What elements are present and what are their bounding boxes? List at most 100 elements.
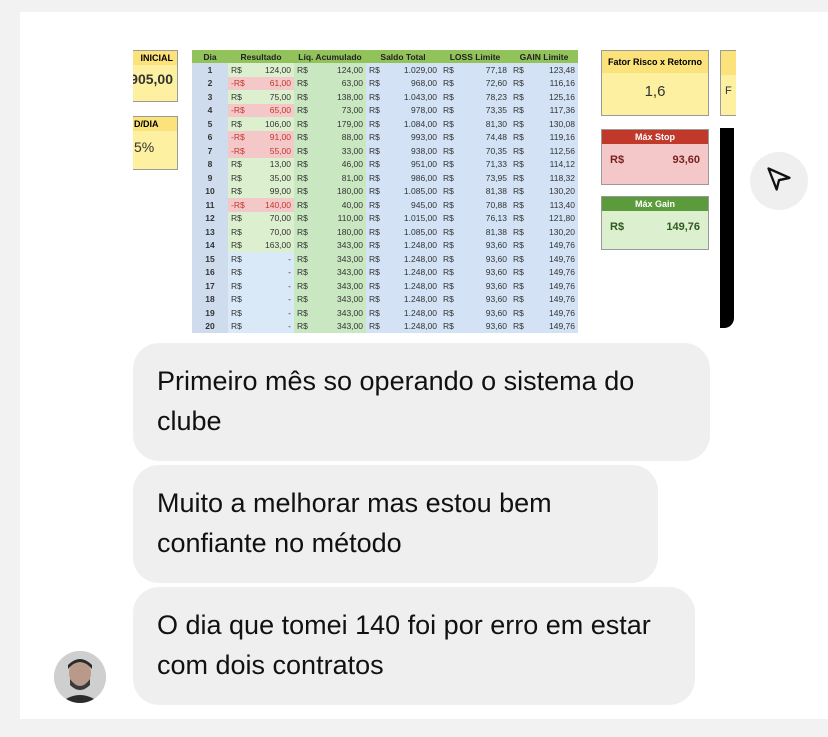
cell-saldo-total-value: 1.248,00	[403, 253, 437, 264]
cell-liq-acumulado: R$ 343,00	[294, 265, 366, 279]
cell-loss-limite-value: 78,23	[485, 91, 507, 102]
cell-loss-limite: R$ 73,95	[440, 171, 510, 185]
cell-loss-limite: R$ 93,60	[440, 279, 510, 293]
cell-resultado: R$ 70,00	[228, 225, 294, 239]
cell-liq-acumulado-value: 124,00	[337, 64, 363, 75]
cell-liq-acumulado-value: 81,00	[341, 172, 363, 183]
message-bubble[interactable]: O dia que tomei 140 foi por erro em esta…	[133, 587, 695, 705]
cell-resultado: -R$ 140,00	[228, 198, 294, 212]
frame-bottom	[0, 719, 828, 737]
card-partial-letter: F	[725, 85, 732, 97]
cell-resultado: -R$ 65,00	[228, 103, 294, 117]
col-header: Dia	[192, 50, 228, 63]
cell-dia: 20	[192, 319, 228, 333]
currency-label: R$	[369, 159, 380, 170]
cell-gain-limite: R$ 149,76	[510, 292, 578, 306]
cell-gain-limite-value: 118,32	[549, 172, 575, 183]
cell-loss-limite-value: 72,60	[485, 78, 507, 89]
cell-liq-acumulado-value: 343,00	[337, 253, 363, 264]
cell-resultado-value: 35,00	[269, 172, 291, 183]
currency-label: R$	[443, 253, 454, 264]
currency-label: R$	[443, 78, 454, 89]
cell-loss-limite-value: 93,60	[485, 307, 507, 318]
table-row: 14 R$ 163,00 R$ 343,00 R$ 1.248,00 R$ 93,60 R$ 149…	[192, 238, 578, 252]
cell-resultado: R$ 163,00	[228, 238, 294, 252]
cell-saldo-total: R$ 938,00	[366, 144, 440, 158]
cell-gain-limite: R$ 149,76	[510, 279, 578, 293]
cell-loss-limite: R$ 93,60	[440, 252, 510, 266]
col-header: GAIN Limite	[510, 50, 578, 63]
avatar-image	[54, 651, 106, 703]
currency-label: R$	[369, 105, 380, 116]
cell-gain-limite: R$ 116,16	[510, 76, 578, 90]
currency-label: R$	[513, 240, 524, 251]
currency-label: R$	[297, 172, 308, 183]
currency-label: R$	[297, 321, 308, 332]
table-row: 3 R$ 75,00 R$ 138,00 R$ 1.043,00 R$ 78,23 R$ 125,1…	[192, 90, 578, 104]
cell-dia: 8	[192, 157, 228, 171]
cell-resultado: R$ 99,00	[228, 184, 294, 198]
cell-gain-limite-value: 125,16	[549, 91, 575, 102]
currency-label: R$	[443, 199, 454, 210]
cell-dia: 11	[192, 198, 228, 212]
table-row: 5 R$ 106,00 R$ 179,00 R$ 1.084,00 R$ 81,30 R$ 130,…	[192, 117, 578, 131]
table-row: 2 -R$ 61,00 R$ 63,00 R$ 968,00 R$ 72,60 R$ 116,16	[192, 76, 578, 90]
cell-resultado-value: -	[288, 294, 291, 305]
avatar[interactable]	[54, 651, 106, 703]
card-max-stop-value: 93,60	[672, 154, 700, 166]
cell-liq-acumulado-value: 343,00	[337, 267, 363, 278]
cell-loss-limite-value: 93,60	[485, 240, 507, 251]
currency-label: R$	[369, 294, 380, 305]
currency-label: R$	[513, 132, 524, 143]
cell-loss-limite: R$ 93,60	[440, 265, 510, 279]
cell-resultado-value: 106,00	[265, 118, 291, 129]
cell-dia: 15	[192, 252, 228, 266]
cell-liq-acumulado-value: 180,00	[337, 226, 363, 237]
card-max-stop-title: Máx Stop	[602, 130, 708, 144]
cell-dia: 13	[192, 225, 228, 239]
currency-label: R$	[513, 226, 524, 237]
cell-loss-limite: R$ 93,60	[440, 306, 510, 320]
cell-saldo-total-value: 1.085,00	[403, 186, 437, 197]
table-row: 7 -R$ 55,00 R$ 33,00 R$ 938,00 R$ 70,35 R$ 112,56	[192, 144, 578, 158]
cell-gain-limite-value: 149,76	[549, 280, 575, 291]
message-bubble[interactable]: Primeiro mês so operando o sistema do cl…	[133, 343, 710, 461]
card-dia: D/DIA 5%	[133, 116, 178, 170]
currency-label: R$	[513, 91, 524, 102]
message-bubble[interactable]: Muito a melhorar mas estou bem confiante…	[133, 465, 658, 583]
cell-liq-acumulado-value: 343,00	[337, 240, 363, 251]
send-button[interactable]	[750, 152, 808, 210]
cell-liq-acumulado-value: 180,00	[337, 186, 363, 197]
col-header: LOSS Limite	[440, 50, 510, 63]
currency-label: R$	[297, 226, 308, 237]
frame-left	[0, 0, 20, 737]
cell-dia: 17	[192, 279, 228, 293]
currency-label: R$	[443, 172, 454, 183]
currency-label: R$	[513, 118, 524, 129]
cell-loss-limite: R$ 81,38	[440, 225, 510, 239]
cell-gain-limite-value: 113,40	[549, 199, 575, 210]
currency-label: R$	[369, 64, 380, 75]
cell-dia: 5	[192, 117, 228, 131]
col-header: Resultado	[228, 50, 294, 63]
currency-label: R$	[513, 253, 524, 264]
cell-saldo-total-value: 1.248,00	[403, 321, 437, 332]
cell-liq-acumulado: R$ 343,00	[294, 306, 366, 320]
cell-loss-limite-value: 77,18	[485, 64, 507, 75]
currency-label: R$	[513, 159, 524, 170]
cell-dia: 7	[192, 144, 228, 158]
cell-gain-limite-value: 119,16	[549, 132, 575, 143]
cell-saldo-total: R$ 1.248,00	[366, 238, 440, 252]
currency-label: R$	[297, 78, 308, 89]
currency-label: R$	[297, 186, 308, 197]
cell-resultado-value: 61,00	[269, 78, 291, 89]
currency-label: R$	[369, 91, 380, 102]
cell-liq-acumulado: R$ 179,00	[294, 117, 366, 131]
cell-resultado-value: 91,00	[269, 132, 291, 143]
table-row: 6 -R$ 91,00 R$ 88,00 R$ 993,00 R$ 74,48 R$ 119,16	[192, 130, 578, 144]
cell-gain-limite-value: 149,76	[549, 294, 575, 305]
card-max-gain-row: R$ 149,76	[602, 211, 708, 233]
cell-loss-limite-value: 93,60	[485, 280, 507, 291]
currency-label: R$	[369, 321, 380, 332]
shared-spreadsheet-image[interactable]: INICIAL 905,00 D/DIA 5% Dia Resultado Lí…	[133, 40, 736, 340]
